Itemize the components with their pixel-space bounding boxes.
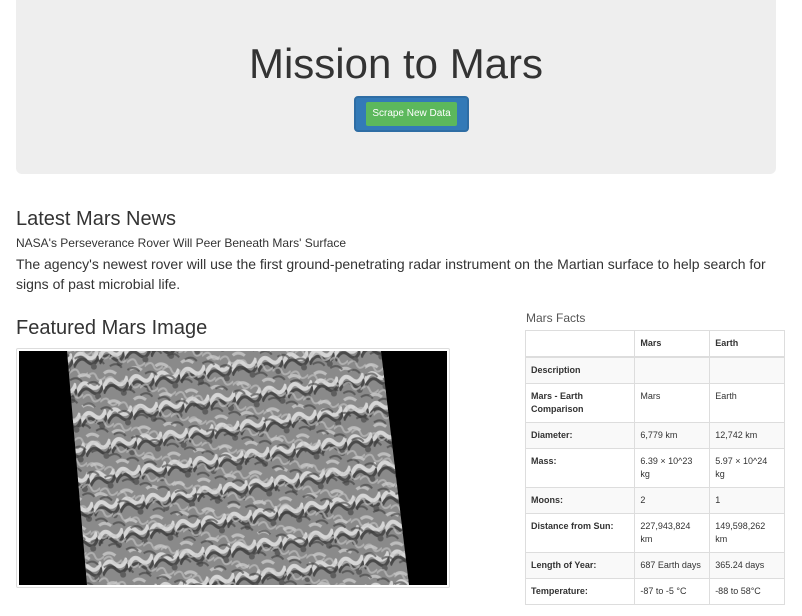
row-label: Mass: xyxy=(524,448,636,488)
facts-caption: Mars Facts xyxy=(526,311,586,325)
table-row: Distance from Sun: 227,943,824 km 149,59… xyxy=(524,513,785,553)
featured-image xyxy=(16,348,450,588)
news-title: NASA's Perseverance Rover Will Peer Bene… xyxy=(16,236,347,250)
row-label: Temperature: xyxy=(524,578,636,605)
earth-value: 365.24 days xyxy=(709,552,785,579)
mars-value xyxy=(634,356,711,384)
scrape-button-label: Scrape New Data xyxy=(366,102,457,126)
page-title: Mission to Mars xyxy=(248,40,544,87)
row-label: Description xyxy=(524,356,636,384)
column-header xyxy=(524,330,636,358)
mars-value: 687 Earth days xyxy=(634,552,711,579)
table-row: Mass: 6.39 × 10^23 kg 5.97 × 10^24 kg xyxy=(524,448,785,488)
news-paragraph: The agency's newest rover will use the f… xyxy=(16,256,766,292)
header-jumbotron: Mission to Mars Scrape New Data xyxy=(16,0,776,174)
earth-value: 149,598,262 km xyxy=(709,513,785,553)
table-row: Description xyxy=(524,356,785,384)
earth-value xyxy=(709,356,785,384)
mars-dunes-image xyxy=(19,351,447,585)
row-label: Length of Year: xyxy=(524,552,636,579)
row-label: Moons: xyxy=(524,487,636,514)
table-row: Length of Year: 687 Earth days 365.24 da… xyxy=(524,552,785,579)
scrape-new-data-button[interactable]: Scrape New Data xyxy=(354,96,469,132)
table-row: Diameter: 6,779 km 12,742 km xyxy=(524,422,785,449)
earth-value: 1 xyxy=(709,487,785,514)
earth-value: 12,742 km xyxy=(709,422,785,449)
mars-facts-table: Mars Earth Description Mars - Earth Comp… xyxy=(524,330,785,605)
row-label: Diameter: xyxy=(524,422,636,449)
mars-value: Mars xyxy=(634,383,711,423)
column-header-earth: Earth xyxy=(709,330,785,358)
column-header-mars: Mars xyxy=(634,330,711,358)
news-section-heading: Latest Mars News xyxy=(16,208,177,230)
table-header-row: Mars Earth xyxy=(524,330,785,358)
table-row: Mars - Earth Comparison Mars Earth xyxy=(524,383,785,423)
row-label: Distance from Sun: xyxy=(524,513,636,553)
mars-value: 6,779 km xyxy=(634,422,711,449)
mars-value: -87 to -5 °C xyxy=(634,578,711,605)
mars-value: 2 xyxy=(634,487,711,514)
row-label: Mars - Earth Comparison xyxy=(524,383,636,423)
earth-value: Earth xyxy=(709,383,785,423)
table-row: Temperature: -87 to -5 °C -88 to 58°C xyxy=(524,578,785,605)
featured-image-heading: Featured Mars Image xyxy=(16,317,208,339)
mars-value: 6.39 × 10^23 kg xyxy=(634,448,711,488)
mars-value: 227,943,824 km xyxy=(634,513,711,553)
earth-value: -88 to 58°C xyxy=(709,578,785,605)
earth-value: 5.97 × 10^24 kg xyxy=(709,448,785,488)
table-row: Moons: 2 1 xyxy=(524,487,785,514)
